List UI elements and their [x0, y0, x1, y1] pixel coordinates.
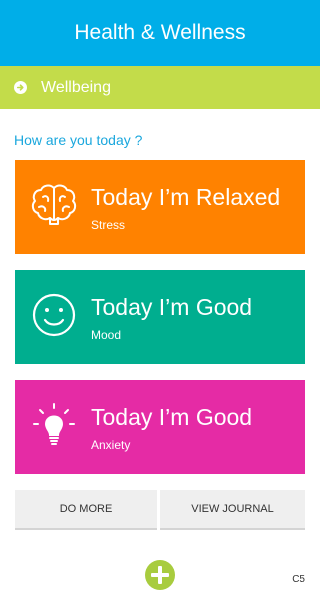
card-title: Today I’m Good [91, 294, 253, 320]
section-label: Wellbeing [41, 78, 111, 96]
plus-circle-icon[interactable] [145, 560, 175, 590]
do-more-button[interactable]: DO MORE [15, 490, 157, 530]
card-subtitle: Anxiety [91, 438, 131, 452]
section-bar-wellbeing[interactable]: Wellbeing [0, 66, 320, 109]
page-title: Health & Wellness [74, 21, 246, 44]
version-label: C5 [292, 574, 305, 585]
mood-question: How are you today ? [14, 132, 143, 148]
card-subtitle: Stress [91, 218, 126, 232]
lightbulb-icon [29, 400, 79, 450]
view-journal-button[interactable]: VIEW JOURNAL [160, 490, 305, 530]
anxiety-card[interactable]: Today I’m Good Anxiety [15, 380, 305, 474]
brain-icon [29, 180, 79, 230]
card-title: Today I’m Relaxed [91, 184, 281, 210]
app-header: Health & Wellness [0, 0, 320, 66]
arrow-right-circle-icon [14, 81, 27, 94]
card-subtitle: Mood [91, 328, 122, 342]
card-title: Today I’m Good [91, 404, 253, 430]
stress-card[interactable]: Today I’m Relaxed Stress [15, 160, 305, 254]
mood-card[interactable]: Today I’m Good Mood [15, 270, 305, 364]
smiley-face-icon [29, 290, 79, 340]
